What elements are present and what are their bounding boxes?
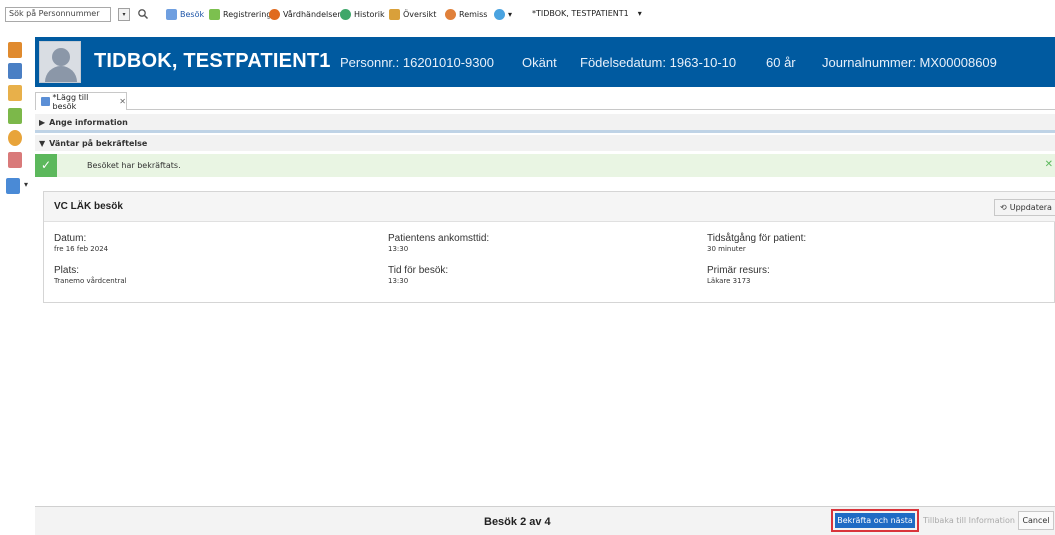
patient-header: TIDBOK, TESTPATIENT1 Personnr.: 16201010…	[35, 37, 1055, 87]
close-icon[interactable]: ✕	[1045, 159, 1053, 170]
back-to-information-button[interactable]: Tillbaka till Information	[923, 512, 1015, 529]
visit-title: VC LÄK besök	[54, 201, 123, 212]
history-icon	[340, 9, 351, 20]
visit-icon	[166, 9, 177, 20]
visit-icon	[41, 97, 50, 106]
toolbar-care-events-label: Vårdhändelser	[283, 10, 341, 19]
patient-journal-number: Journalnummer: MX00008609	[822, 55, 997, 70]
toolbar-registration-label: Registrering	[223, 10, 272, 19]
field-time-required-value: 30 minuter	[707, 245, 746, 253]
confirm-and-next-button[interactable]: Bekräfta och nästa	[835, 513, 915, 528]
field-date: Datum: fre 16 feb 2024	[54, 233, 108, 253]
toolbar-referral-button[interactable]: Remiss	[445, 9, 487, 20]
refresh-icon: ⟲	[1000, 203, 1007, 212]
toolbar-overview-button[interactable]: Översikt	[389, 9, 436, 20]
field-place: Plats: Tranemo vårdcentral	[54, 265, 127, 285]
patient-age: 60 år	[766, 55, 796, 70]
care-event-icon	[269, 9, 280, 20]
message-icon[interactable]	[8, 130, 22, 146]
field-arrival-time-value: 13:30	[388, 245, 409, 253]
section-enter-information-label: Ange information	[49, 117, 128, 127]
toolbar-visit-button[interactable]: Besök	[166, 9, 204, 20]
pencil-icon	[209, 9, 220, 20]
field-visit-time-label: Tid för besök:	[388, 265, 449, 276]
toolbar-extra-menu-button[interactable]: ▾	[494, 9, 512, 20]
patient-icon[interactable]	[8, 42, 22, 58]
toolbar-visit-label: Besök	[180, 10, 205, 19]
left-sidebar: ▾	[0, 30, 34, 535]
patient-personnr: Personnr.: 16201010-9300	[340, 55, 494, 70]
journal-icon[interactable]	[8, 85, 22, 101]
field-date-value: fre 16 feb 2024	[54, 245, 109, 253]
field-visit-time-value: 13:30	[388, 277, 409, 285]
section-awaiting-confirmation[interactable]: ▼ Väntar på bekräftelse	[35, 135, 1055, 151]
field-time-required-label: Tidsåtgång för patient:	[707, 233, 807, 244]
field-place-value: Tranemo vårdcentral	[54, 277, 127, 285]
toolbar-registration-button[interactable]: Registrering	[209, 9, 271, 20]
field-date-label: Datum:	[54, 233, 87, 244]
check-icon: ✓	[35, 154, 57, 177]
field-time-required: Tidsåtgång för patient: 30 minuter	[707, 233, 806, 253]
patient-tab-selector[interactable]: *TIDBOK, TESTPATIENT1 ▾	[532, 9, 642, 18]
field-visit-time: Tid för besök: 13:30	[388, 265, 448, 285]
visit-counter: Besök 2 av 4	[484, 516, 551, 528]
section-awaiting-confirmation-label: Väntar på bekräftelse	[49, 138, 148, 148]
toolbar-history-label: Historik	[354, 10, 385, 19]
footer-bar: Besök 2 av 4 Bekräfta och nästa Tillbaka…	[35, 506, 1055, 535]
tab-strip: *Lägg till besök ✕	[35, 90, 1055, 111]
tab-add-visit[interactable]: *Lägg till besök ✕	[35, 92, 127, 111]
chevron-right-icon: ▶	[39, 117, 46, 127]
visit-card-header: VC LÄK besök ⟲ Uppdatera	[44, 192, 1055, 222]
calendar-icon[interactable]	[8, 63, 22, 79]
field-primary-resource: Primär resurs: Läkare 3173	[707, 265, 770, 285]
patient-gender: Okänt	[522, 55, 557, 70]
field-place-label: Plats:	[54, 265, 80, 276]
field-arrival-time-label: Patientens ankomsttid:	[388, 233, 490, 244]
update-button-label: Uppdatera	[1009, 203, 1052, 212]
divider	[35, 130, 1055, 133]
field-arrival-time: Patientens ankomsttid: 13:30	[388, 233, 489, 253]
patient-birthdate: Födelsedatum: 1963-10-10	[580, 55, 737, 70]
chevron-down-icon: ▼	[39, 138, 46, 148]
field-primary-resource-label: Primär resurs:	[707, 265, 770, 276]
chevron-down-icon: ▾	[508, 10, 513, 19]
success-message-bar: ✓ Besöket har bekräftats. ✕	[35, 154, 1055, 177]
patient-tab-label: *TIDBOK, TESTPATIENT1	[532, 9, 629, 18]
toolbar-care-events-button[interactable]: Vårdhändelser	[269, 9, 341, 20]
cancel-button[interactable]: Cancel	[1018, 511, 1054, 530]
link-icon	[494, 9, 505, 20]
prescription-icon[interactable]	[8, 152, 22, 168]
toolbar-overview-label: Översikt	[403, 10, 437, 19]
section-enter-information[interactable]: ▶ Ange information	[35, 114, 1055, 130]
tab-label: *Lägg till besök	[52, 92, 89, 111]
top-toolbar: Sök på Personnummer ▾ Besök Registrering…	[0, 0, 1055, 30]
search-icon[interactable]	[137, 8, 149, 20]
referral-icon	[445, 9, 456, 20]
confirm-and-next-button-highlight: Bekräfta och nästa	[831, 509, 919, 532]
chevron-down-icon: ▾	[637, 9, 642, 18]
field-primary-resource-value: Läkare 3173	[707, 277, 751, 285]
patient-name: TIDBOK, TESTPATIENT1	[94, 50, 331, 72]
toolbar-history-button[interactable]: Historik	[340, 9, 385, 20]
toolbar-referral-label: Remiss	[459, 10, 488, 19]
clipboard-icon[interactable]	[8, 108, 22, 124]
overview-icon	[389, 9, 400, 20]
close-icon[interactable]: ✕	[119, 97, 126, 106]
chevron-down-icon[interactable]: ▾	[24, 180, 28, 189]
visit-card: VC LÄK besök ⟲ Uppdatera Datum: fre 16 f…	[43, 191, 1055, 303]
personnummer-search-input[interactable]: Sök på Personnummer	[5, 7, 111, 22]
update-button[interactable]: ⟲ Uppdatera	[994, 199, 1055, 216]
avatar	[39, 41, 81, 83]
grid-menu-icon[interactable]	[6, 178, 20, 194]
success-message-text: Besöket har bekräftats.	[87, 161, 181, 170]
search-dropdown-button[interactable]: ▾	[118, 8, 130, 21]
